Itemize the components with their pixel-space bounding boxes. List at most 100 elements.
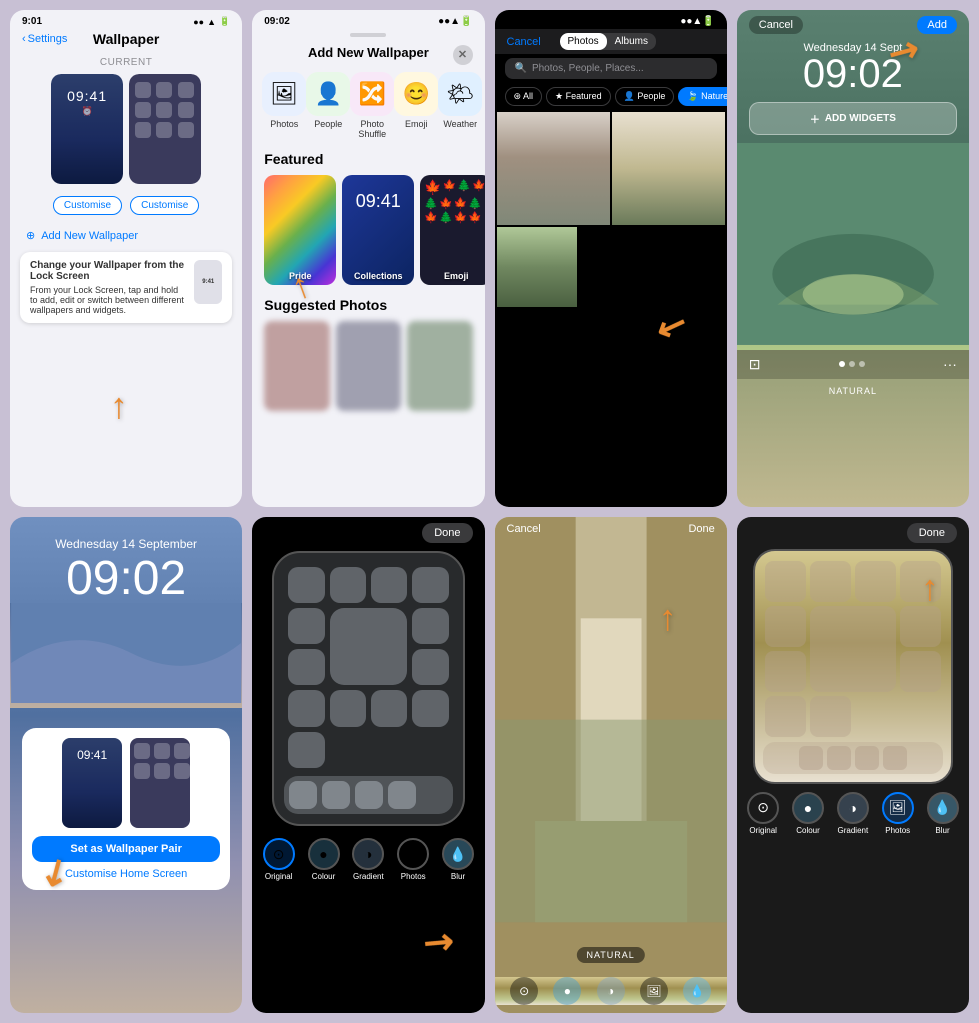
plus-icon: ＋: [810, 111, 820, 126]
date-display: Wednesday 14 Sept 09:02: [737, 38, 969, 94]
final-tool-blur[interactable]: 💧 Blur: [927, 792, 959, 835]
final-original-icon: ⊙: [747, 792, 779, 824]
final-app-grid: [763, 559, 943, 739]
app-slot-8: [412, 649, 448, 685]
status-bar: 9:01 ●● ▲ 🔋: [10, 10, 242, 29]
filter-all[interactable]: ⊛ All: [505, 87, 543, 106]
collections-card[interactable]: Collections: [342, 175, 414, 285]
pride-card[interactable]: Pride: [264, 175, 336, 285]
tool-original[interactable]: ⊙ Original: [263, 838, 295, 881]
final-slot-1: [765, 561, 806, 602]
suggested-photo-3[interactable]: [407, 321, 472, 411]
sheet-handle: [350, 33, 386, 37]
tooltip-phone-time: 9:41: [202, 279, 214, 285]
filter-people[interactable]: 👤 People: [615, 87, 675, 106]
final-gradient-icon: ◑: [837, 792, 869, 824]
add-widgets-btn[interactable]: ＋ ADD WIDGETS: [749, 102, 957, 135]
app-slot-3: [371, 567, 407, 603]
home-icon-2: [156, 82, 172, 98]
photo-cell-2[interactable]: [612, 112, 725, 225]
pair-home-thumb: [130, 738, 190, 828]
emoji-card[interactable]: 🍁🍁🌲🍁 🌲🍁🍁🌲 🍁🌲🍁🍁 Emoji: [420, 175, 484, 285]
phone-outline-2: [753, 549, 953, 784]
photo-shuffle-type[interactable]: 🔀 Photo Shuffle: [350, 72, 394, 139]
lock-screen-thumb[interactable]: 09:41 ⏰: [51, 74, 123, 184]
weather-type[interactable]: 🌤 Weather: [438, 72, 482, 139]
filter-featured[interactable]: ★ Featured: [546, 87, 611, 106]
app-slot-12: [412, 690, 448, 726]
page-dots: [839, 361, 865, 367]
final-photos-label: Photos: [885, 826, 910, 835]
lock-icon: ⏰: [51, 106, 123, 117]
emoji-type[interactable]: 😊 Emoji: [394, 72, 438, 139]
customize-home-btn[interactable]: Customise: [130, 196, 199, 215]
set-wallpaper-pair-btn[interactable]: Set as Wallpaper Pair: [32, 836, 220, 862]
picker-tabs: Photos Albums: [560, 33, 657, 50]
final-slot-3: [855, 561, 896, 602]
suggested-photo-2[interactable]: [336, 321, 401, 411]
final-slot-10: [810, 696, 851, 737]
aerial-photo: [737, 143, 969, 350]
customize-lock-btn[interactable]: Customise: [53, 196, 122, 215]
final-dock: [763, 742, 943, 774]
crop-done-btn[interactable]: Done: [688, 523, 714, 535]
people-type[interactable]: 👤 People: [306, 72, 350, 139]
done-btn[interactable]: Done: [422, 523, 472, 543]
app-slot-9: [288, 690, 324, 726]
final-done-btn[interactable]: Done: [907, 523, 957, 543]
customise-home-link[interactable]: Customise Home Screen: [32, 868, 220, 880]
search-bar[interactable]: 🔍 Photos, People, Places...: [505, 58, 717, 79]
final-colour-label: Colour: [796, 826, 820, 835]
tool-gradient[interactable]: ◑ Gradient: [352, 838, 384, 881]
add-new-wallpaper-row[interactable]: ⊕ Add New Wallpaper: [10, 223, 242, 248]
filter-nature[interactable]: 🍃 Nature: [678, 87, 726, 106]
photos-type[interactable]: 🖼 Photos: [262, 72, 306, 139]
status-bar-2: 09:02 ●●▲🔋: [252, 10, 484, 29]
featured-cards-row: Pride Collections 🍁🍁🌲🍁 🌲🍁🍁🌲 🍁🌲🍁🍁 Emoji: [252, 175, 484, 295]
back-button[interactable]: ‹ Settings: [22, 33, 67, 45]
suggested-photo-1[interactable]: [264, 321, 329, 411]
gradient-icon: ◑: [352, 838, 384, 870]
tab-albums[interactable]: Albums: [607, 33, 656, 50]
tool-photos[interactable]: 🖼 Photos: [397, 838, 429, 881]
final-tool-colour[interactable]: ● Colour: [792, 792, 824, 835]
close-icon[interactable]: ✕: [453, 45, 473, 65]
app-slot-1: [288, 567, 324, 603]
final-tool-original[interactable]: ⊙ Original: [747, 792, 779, 835]
preview-top-bar: Cancel Add: [737, 10, 969, 38]
final-tool-photos[interactable]: 🖼 Photos: [882, 792, 914, 835]
add-new-label: Add New Wallpaper: [41, 230, 138, 242]
crop-tool-blur[interactable]: 💧: [683, 977, 711, 1005]
cell-set-wallpaper-pair: Wednesday 14 September 09:02 09:41: [10, 517, 242, 1014]
final-slot-8: [900, 651, 941, 692]
crop-tool-colour[interactable]: ●: [553, 977, 581, 1005]
crop-nav: Cancel Done: [495, 517, 727, 539]
lock-bg-svg: [10, 603, 242, 703]
app-slot-6: [412, 608, 448, 644]
crop-tool-original[interactable]: ⊙: [510, 977, 538, 1005]
tab-photos[interactable]: Photos: [560, 33, 607, 50]
crop-tool-gradient[interactable]: ◑: [597, 977, 625, 1005]
crop-cancel-btn[interactable]: Cancel: [507, 523, 541, 535]
lock-thumb-time: 09:41: [51, 74, 123, 104]
preview-add-btn[interactable]: Add: [917, 16, 957, 34]
final-tool-gradient[interactable]: ◑ Gradient: [837, 792, 869, 835]
emoji-card-label: Emoji: [420, 271, 484, 281]
photo-cell-3[interactable]: [497, 227, 577, 307]
tool-blur[interactable]: 💧 Blur: [442, 838, 474, 881]
cell-wallpaper-preview: Cancel Add Wednesday 14 Sept 09:02 ＋ ADD…: [737, 10, 969, 507]
crop-tool-photos[interactable]: 🖼: [640, 977, 668, 1005]
picker-cancel-btn[interactable]: Cancel: [507, 36, 541, 48]
natural-badge: NATURAL: [576, 947, 644, 963]
photo-cell-1[interactable]: [497, 112, 610, 225]
final-dock-4: [883, 746, 907, 770]
preview-cancel-btn[interactable]: Cancel: [749, 16, 803, 34]
app-slot-7: [288, 649, 324, 685]
dock-icon-4: [388, 781, 416, 809]
more-icon[interactable]: ···: [943, 356, 957, 372]
lock-time: 09:02: [10, 555, 242, 603]
pair-lock-thumb: 09:41: [62, 738, 122, 828]
cell-wallpaper-settings: 9:01 ●● ▲ 🔋 ‹ Settings Wallpaper CURRENT…: [10, 10, 242, 507]
tool-colour[interactable]: ● Colour: [308, 838, 340, 881]
home-screen-thumb[interactable]: [129, 74, 201, 184]
